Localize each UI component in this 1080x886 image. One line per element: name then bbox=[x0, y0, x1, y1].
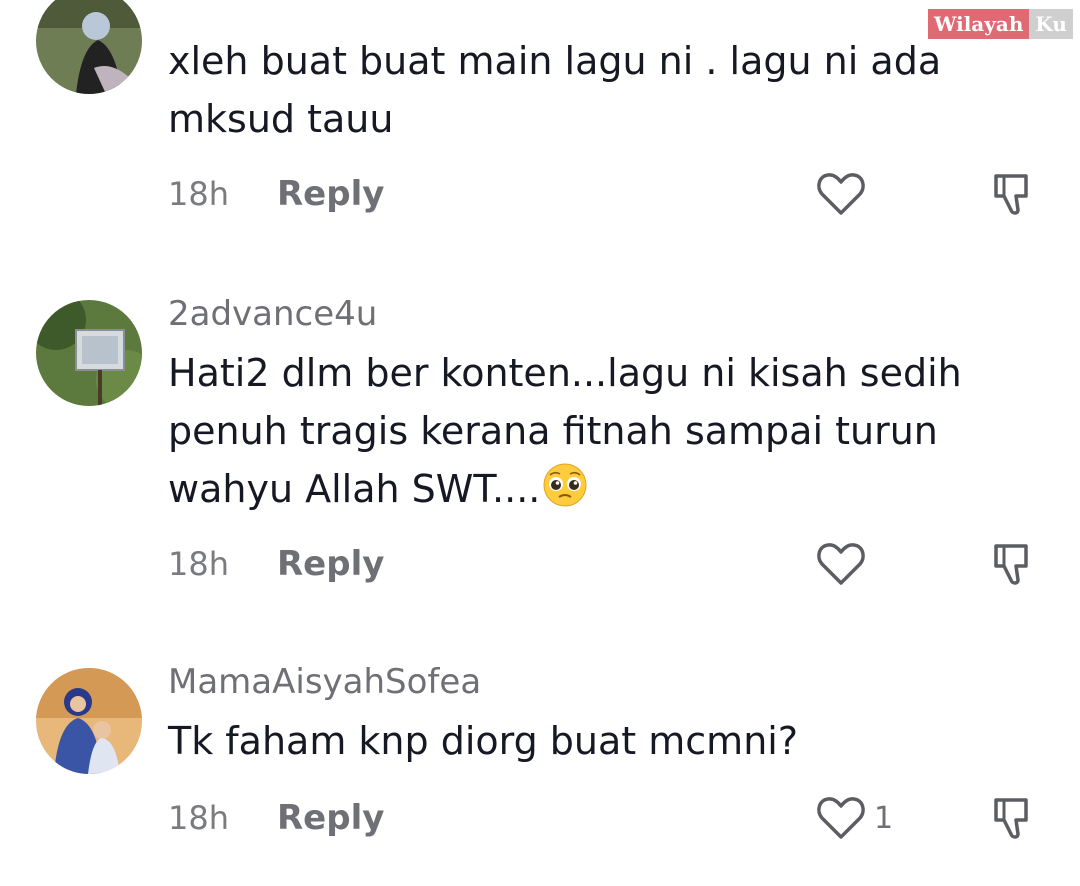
comment-username[interactable]: MamaAisyahSofea bbox=[168, 662, 481, 702]
heart-outline-icon bbox=[817, 173, 865, 215]
like-button[interactable]: 1 bbox=[816, 794, 893, 842]
like-button[interactable] bbox=[816, 170, 866, 218]
dislike-button[interactable] bbox=[990, 540, 1038, 588]
thumbs-down-outline-icon bbox=[994, 544, 1028, 585]
comment-text: xleh buat buat main lagu ni . lagu ni ad… bbox=[168, 39, 942, 141]
reply-button[interactable]: Reply bbox=[277, 798, 384, 838]
avatar[interactable] bbox=[36, 668, 142, 774]
dislike-button[interactable] bbox=[990, 170, 1038, 218]
heart-outline-icon bbox=[817, 797, 865, 839]
comment-timestamp: 18h bbox=[168, 799, 229, 837]
like-button[interactable] bbox=[816, 540, 866, 588]
thumbs-down-outline-icon bbox=[994, 798, 1028, 839]
comment-text: Hati2 dlm ber konten...lagu ni kisah sed… bbox=[168, 344, 1038, 518]
avatar[interactable] bbox=[36, 0, 142, 94]
avatar[interactable] bbox=[36, 300, 142, 406]
pleading-face-emoji bbox=[543, 463, 587, 507]
reply-button[interactable]: Reply bbox=[277, 544, 384, 584]
heart-outline-icon bbox=[817, 543, 865, 585]
comment-timestamp: 18h bbox=[168, 545, 229, 583]
comment-timestamp: 18h bbox=[168, 175, 229, 213]
comment-username[interactable]: 2advance4u bbox=[168, 294, 377, 334]
thumbs-down-outline-icon bbox=[994, 174, 1028, 215]
like-count: 1 bbox=[874, 800, 894, 836]
reply-button[interactable]: Reply bbox=[277, 174, 384, 214]
comment-text: Tk faham knp diorg buat mcmni? bbox=[168, 719, 799, 763]
dislike-button[interactable] bbox=[990, 794, 1038, 842]
